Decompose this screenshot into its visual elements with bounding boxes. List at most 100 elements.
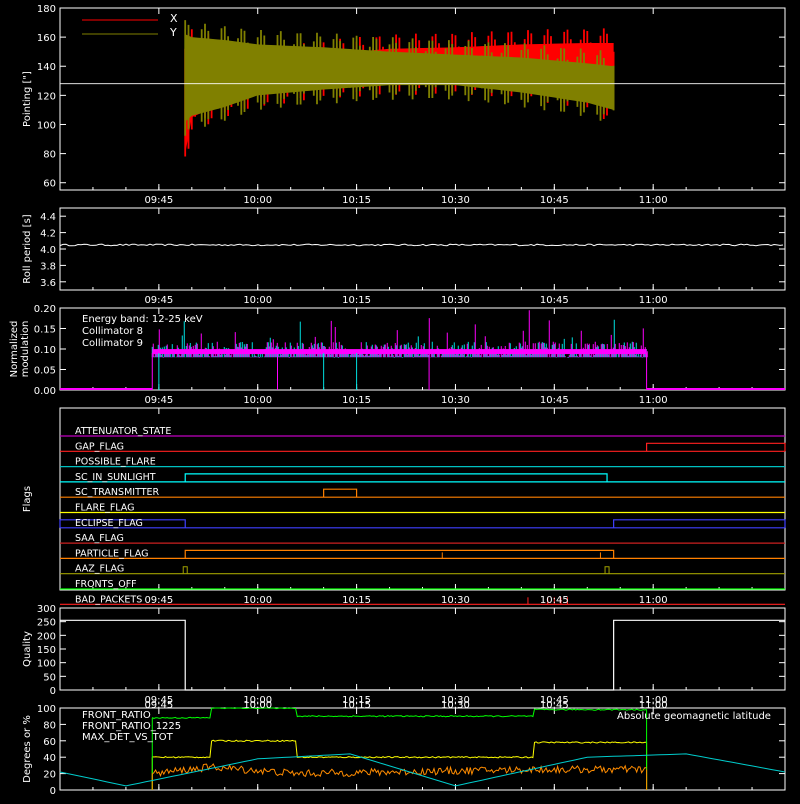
flag-segment [184,549,615,559]
time-tick-label: 11:00 [639,595,668,606]
y-tick-label: 60 [43,737,56,748]
y-tick-label: 300 [37,604,56,615]
y-tick-label: 3.6 [40,278,56,289]
y-tick-label: 0.20 [34,304,56,315]
modulation-base-band [152,349,647,355]
time-tick-label: 10:45 [540,395,569,406]
quality-line [60,619,785,691]
y-tick-label: 200 [37,631,56,642]
y-axis-label: Flags [22,486,33,512]
y-axis-label: Quality [22,631,33,667]
flag-segment [613,519,786,528]
y-tick-label: 0 [50,786,56,797]
y-tick-label: 0.05 [34,366,56,377]
y-tick-label: 0.00 [34,386,56,397]
time-tick-label: 09:45 [144,395,173,406]
y-tick-label: 40 [43,753,56,764]
y-tick-label: 0 [50,686,56,697]
geomag-latitude-label: Absolute geomagnetic latitude [617,711,771,722]
flag-label: ECLIPSE_FLAG [75,518,143,529]
flag-label: BAD_PACKETS [75,594,142,605]
legend-front-ratio-1225: FRONT_RATIO_1225 [82,721,181,732]
flag-label: POSSIBLE_FLARE [75,457,156,468]
y-tick-label: 0.15 [34,325,56,336]
y-axis-label: Pointing ["] [22,71,33,127]
time-tick-label: 10:15 [342,700,371,711]
time-tick-label: 09:45 [144,295,173,306]
legend-label-x: X [170,12,178,25]
y-tick-label: 100 [37,120,56,131]
time-tick-label: 10:15 [342,595,371,606]
aaz-spike [182,566,188,574]
time-tick-label: 11:00 [639,395,668,406]
chart-canvas: 09:45 10:00 10:15 10:30 10:45 11:00 09:45 10:00… [9,4,786,797]
y-tick-label: 120 [37,91,56,102]
y-tick-label: 3.8 [40,261,56,272]
y-tick-label: 160 [37,33,56,44]
time-tick-label: 10:00 [243,295,272,306]
front-ratio-1225-line [152,707,647,720]
y-tick-label: 80 [43,720,56,731]
flag-label: FLARE_FLAG [75,503,135,514]
legend-front-ratio: FRONT_RATIO [82,710,151,721]
y-tick-label: 4.2 [40,229,56,240]
legend-label-coll9: Collimator 9 [82,338,143,349]
time-tick-label: 09:45 [144,700,173,711]
front-ratio-line [152,739,647,759]
y-axis-label: Degrees or % [22,715,33,783]
time-tick-label: 10:30 [441,295,470,306]
time-tick-label: 10:00 [243,595,272,606]
y-tick-label: 60 [43,179,56,190]
time-tick-label: 10:15 [342,395,371,406]
time-tick-label: 10:30 [441,700,470,711]
y-axis-label: Roll period [s] [22,214,33,283]
time-tick-label: 10:30 [441,395,470,406]
time-tick-label: 10:15 [342,195,371,206]
y-tick-label: 80 [43,150,56,161]
flag-label: AAZ_FLAG [75,564,124,575]
time-tick-label: 10:00 [243,195,272,206]
panel-frame-pointing [59,7,786,191]
time-tick-label: 10:45 [540,700,569,711]
flag-segment [323,488,358,498]
y-tick-label: 140 [37,62,56,73]
flag-label: SAA_FLAG [75,533,124,544]
max-det-line [151,763,647,778]
y-tick-label: 180 [37,4,56,15]
time-tick-label: 10:30 [441,195,470,206]
time-tick-label: 10:45 [540,195,569,206]
y-tick-label: 150 [37,645,56,656]
legend-label-coll8: Collimator 8 [82,326,143,337]
flag-segment [184,473,608,482]
y-axis-label: Normalized [9,321,20,378]
y-tick-label: 50 [43,672,56,683]
energy-band-label: Energy band: 12-25 keV [82,314,203,325]
time-tick-label: 11:00 [639,295,668,306]
y-axis-label: modulation [20,321,31,378]
time-tick-label: 10:15 [342,295,371,306]
time-tick-label: 10:45 [540,595,569,606]
time-tick-label: 10:00 [243,395,272,406]
time-tick-label: 09:45 [144,195,173,206]
flag-label: SC_TRANSMITTER [75,487,160,498]
panel-frame-roll [59,207,786,291]
legend-max-det: MAX_DET_VS_TOT [82,732,174,743]
aaz-spike [604,566,610,574]
y-tick-label: 0.10 [34,345,56,356]
flag-label: FRONTS_OFF [75,579,137,590]
time-tick-label: 10:00 [243,700,272,711]
legend-label-y: Y [169,26,177,39]
y-tick-label: 250 [37,618,56,629]
y-tick-label: 100 [37,704,56,715]
time-tick-label: 11:00 [639,700,668,711]
time-tick-label: 09:45 [144,595,173,606]
flag-segment [645,442,786,452]
time-tick-label: 11:00 [639,195,668,206]
flag-label: SC_IN_SUNLIGHT [75,472,156,483]
y-tick-label: 4.4 [40,212,56,223]
time-tick-label: 10:45 [540,295,569,306]
y-tick-label: 100 [37,659,56,670]
flag-label: GAP_FLAG [75,441,124,452]
chart-stage: 09:45 10:00 10:15 10:30 10:45 11:00 09:45 10:00… [0,0,800,800]
y-tick-label: 4.0 [40,245,56,256]
